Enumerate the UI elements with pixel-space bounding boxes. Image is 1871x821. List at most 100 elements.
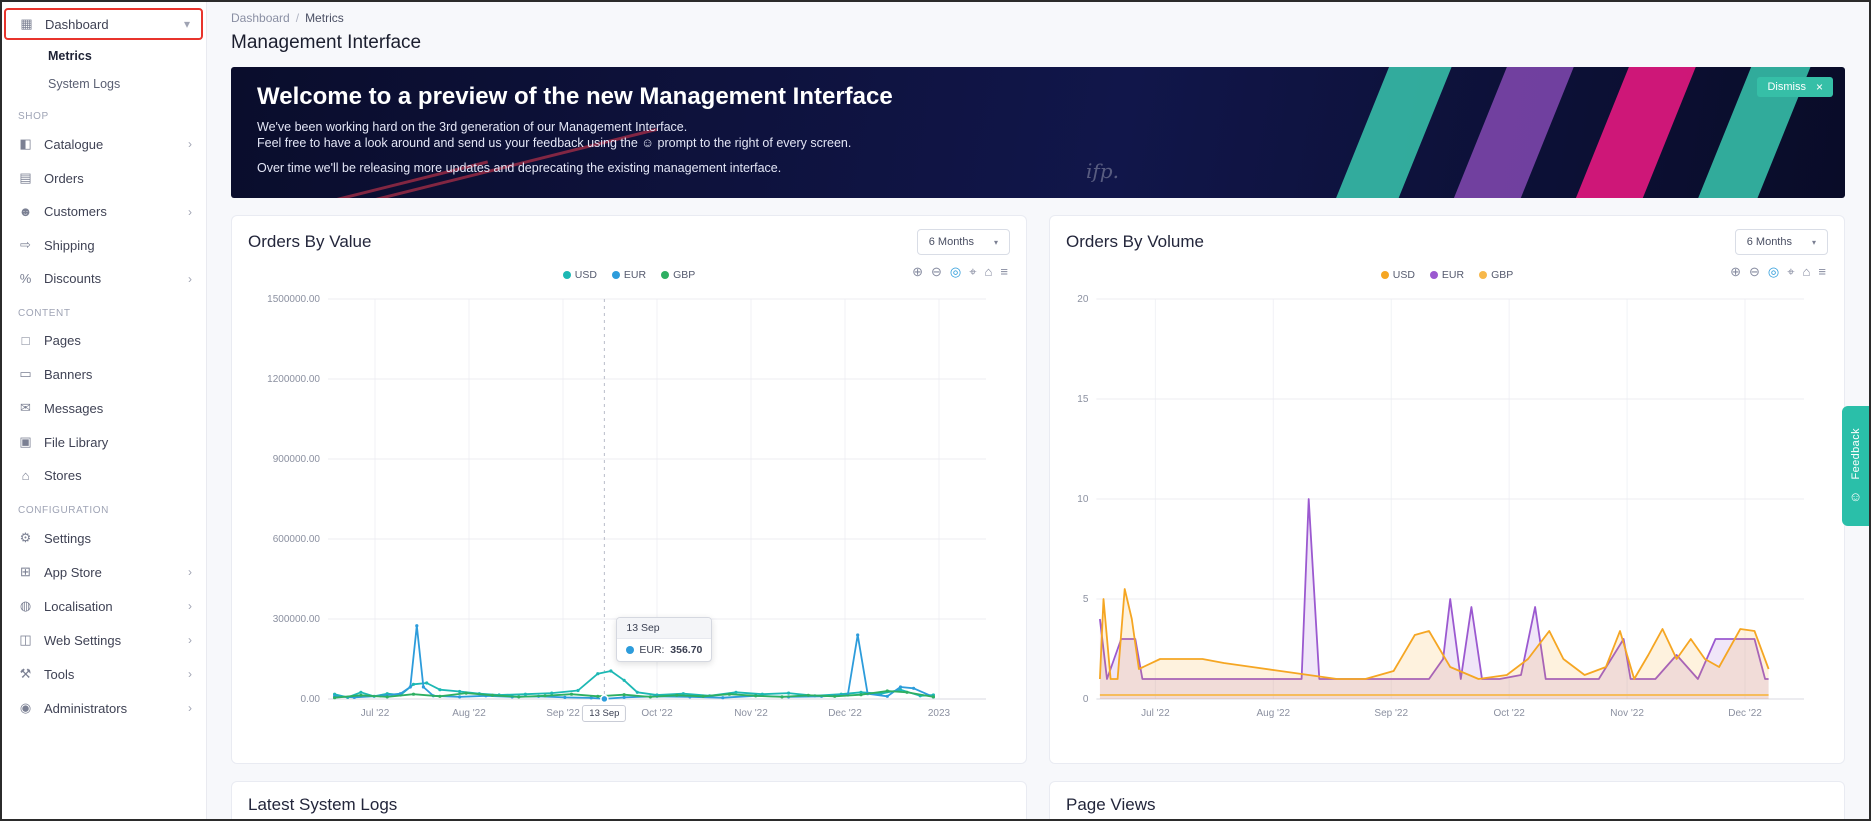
chevron-right-icon: ›: [188, 565, 192, 579]
orders-by-volume-range-select[interactable]: 6 Months ▾: [1734, 229, 1828, 255]
orders-by-volume-card: Orders By Volume 6 Months ▾ USD EUR GBP ⊕ ⊖…: [1049, 215, 1845, 764]
close-icon[interactable]: ×: [1816, 81, 1823, 93]
legend-usd[interactable]: USD: [562, 269, 597, 281]
svg-text:0: 0: [1083, 694, 1089, 705]
sidebar-item-banners[interactable]: ▭ Banners: [2, 357, 206, 391]
sidebar-item-localisation[interactable]: ◍ Localisation ›: [2, 589, 206, 623]
banner-line-2: Feel free to have a look around and send…: [257, 136, 852, 150]
zoom-out-icon[interactable]: ⊖: [931, 265, 942, 278]
chevron-down-icon: ▾: [183, 17, 190, 31]
smiley-icon: ☺: [1848, 488, 1863, 504]
sidebar-item-orders[interactable]: ▤ Orders: [2, 161, 206, 195]
menu-icon[interactable]: ≡: [1000, 265, 1008, 278]
sidebar-item-administrators[interactable]: ◉ Administrators ›: [2, 691, 206, 725]
svg-text:600000.00: 600000.00: [273, 534, 321, 545]
menu-icon[interactable]: ≡: [1818, 265, 1826, 278]
sidebar-item-shipping[interactable]: ⇨ Shipping: [2, 228, 206, 262]
banner-title: Welcome to a preview of the new Manageme…: [257, 83, 893, 110]
legend-dot-icon: [1429, 271, 1438, 279]
orders-icon: ▤: [19, 170, 32, 185]
shipping-icon: ⇨: [20, 237, 31, 252]
svg-text:15: 15: [1077, 394, 1089, 405]
legend-eur[interactable]: EUR: [1429, 269, 1464, 281]
chevron-right-icon: ›: [188, 271, 192, 286]
sidebar-item-pages[interactable]: □ Pages: [2, 324, 206, 357]
sidebar-item-discounts[interactable]: % Discounts ›: [2, 262, 206, 295]
latest-system-logs-card: Latest System Logs: [231, 781, 1027, 819]
sidebar-item-dashboard[interactable]: ▦ Dashboard ▾: [6, 10, 201, 38]
home-icon[interactable]: ⌂: [1803, 265, 1811, 278]
sidebar-item-web-settings[interactable]: ◫ Web Settings ›: [2, 623, 206, 657]
sidebar-subitem-metrics[interactable]: Metrics: [2, 42, 206, 70]
chevron-right-icon: ›: [188, 633, 192, 647]
orders-by-value-range-select[interactable]: 6 Months ▾: [916, 229, 1010, 255]
zoom-select-icon[interactable]: ◎: [950, 265, 961, 278]
svg-text:10: 10: [1077, 494, 1089, 505]
localisation-icon: ◍: [19, 598, 32, 613]
dismiss-label: Dismiss: [1767, 81, 1806, 93]
feedback-tab[interactable]: Feedback ☺: [1842, 406, 1869, 526]
legend-usd[interactable]: USD: [1380, 269, 1415, 281]
chevron-down-icon: ▾: [993, 237, 998, 247]
svg-text:Oct '22: Oct '22: [641, 708, 673, 719]
home-icon[interactable]: ⌂: [985, 265, 993, 278]
svg-text:Nov '22: Nov '22: [734, 708, 768, 719]
dismiss-button[interactable]: Dismiss ×: [1757, 77, 1833, 97]
zoom-in-icon[interactable]: ⊕: [1730, 265, 1741, 278]
sidebar-subitem-system-logs[interactable]: System Logs: [2, 70, 206, 98]
pan-icon[interactable]: ⌖: [969, 265, 976, 278]
svg-text:Sep '22: Sep '22: [1374, 708, 1408, 719]
tools-icon: ⚒: [19, 666, 32, 681]
feedback-tab-label: Feedback: [1849, 428, 1862, 480]
sidebar-item-app-store[interactable]: ⊞ App Store ›: [2, 555, 206, 589]
legend-gbp[interactable]: GBP: [1479, 269, 1513, 281]
banner-line-3: Over time we'll be releasing more update…: [257, 161, 782, 175]
orders-by-volume-chart[interactable]: Jul '22 Aug '22 Sep '22 Oct '22 Nov '22 Dec '…: [1066, 289, 1828, 729]
legend-dot-icon: [661, 271, 670, 279]
main-content: Dashboard / Metrics Management Interface i…: [207, 2, 1869, 819]
svg-text:Jul '22: Jul '22: [361, 708, 390, 719]
svg-text:1200000.00: 1200000.00: [267, 374, 320, 385]
breadcrumb-root[interactable]: Dashboard: [231, 11, 290, 25]
svg-text:20: 20: [1077, 294, 1089, 305]
legend-gbp[interactable]: GBP: [661, 269, 695, 281]
orders-by-value-card: Orders By Value 6 Months ▾ USD EUR GBP ⊕ ⊖ ◎…: [231, 215, 1027, 764]
svg-text:Aug '22: Aug '22: [1256, 708, 1290, 719]
breadcrumb: Dashboard / Metrics: [231, 11, 1845, 25]
sidebar-nav: ▦ Dashboard ▾ Metrics System Logs SHOP ◧ Catalo…: [2, 2, 207, 819]
latest-system-logs-title: Latest System Logs: [248, 795, 398, 814]
zoom-in-icon[interactable]: ⊕: [912, 265, 923, 278]
svg-text:Oct '22: Oct '22: [1493, 708, 1525, 719]
zoom-select-icon[interactable]: ◎: [1768, 265, 1779, 278]
chevron-right-icon: ›: [188, 137, 192, 151]
legend-dot-icon: [1380, 271, 1389, 279]
pan-icon[interactable]: ⌖: [1787, 265, 1794, 278]
zoom-out-icon[interactable]: ⊖: [1749, 265, 1760, 278]
svg-text:1500000.00: 1500000.00: [267, 294, 320, 305]
selected-xtick-label: 13 Sep: [582, 705, 627, 722]
app-window: ▦ Dashboard ▾ Metrics System Logs SHOP ◧ Catalo…: [0, 0, 1871, 821]
pages-icon: □: [21, 333, 30, 348]
tooltip-date: 13 Sep: [617, 618, 712, 639]
chevron-right-icon: ›: [188, 667, 192, 681]
orders-by-value-title: Orders By Value: [248, 232, 372, 251]
legend-dot-icon: [611, 271, 620, 279]
legend-dot-icon: [562, 271, 571, 279]
legend-eur[interactable]: EUR: [611, 269, 646, 281]
sidebar-item-file-library[interactable]: ▣ File Library: [2, 425, 206, 459]
highlight-annotation-box: ▦ Dashboard ▾: [4, 8, 203, 40]
svg-text:900000.00: 900000.00: [273, 454, 321, 465]
sidebar-item-settings[interactable]: ⚙ Settings: [2, 521, 206, 555]
sidebar-item-messages[interactable]: ✉ Messages: [2, 391, 206, 425]
sidebar-section-configuration: CONFIGURATION: [18, 505, 109, 516]
orders-by-value-chart[interactable]: Jul '22 Aug '22 Sep '22 Oct '22 Nov '22 Dec '…: [248, 289, 1010, 729]
sidebar-item-catalogue[interactable]: ◧ Catalogue ›: [2, 127, 206, 161]
breadcrumb-current[interactable]: Metrics: [305, 11, 344, 25]
svg-text:0.00: 0.00: [301, 694, 321, 705]
customers-icon: ☻: [18, 204, 33, 219]
svg-text:Dec '22: Dec '22: [1728, 708, 1762, 719]
sidebar-item-stores[interactable]: ⌂ Stores: [2, 459, 206, 492]
sidebar-item-tools[interactable]: ⚒ Tools ›: [2, 657, 206, 691]
sidebar-section-shop: SHOP: [18, 111, 49, 122]
sidebar-item-customers[interactable]: ☻ Customers ›: [2, 195, 206, 228]
